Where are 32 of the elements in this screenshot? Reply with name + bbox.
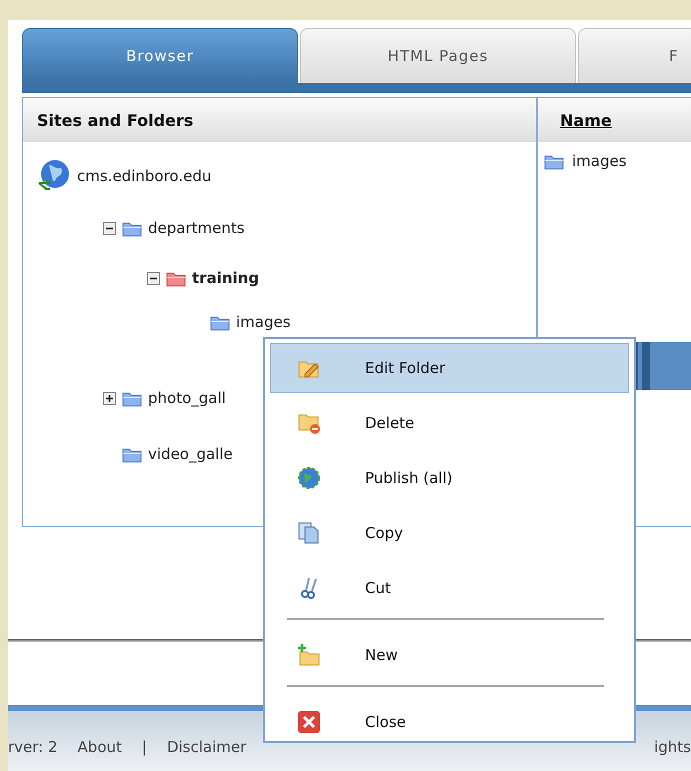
copy-icon <box>297 521 321 545</box>
menu-item[interactable]: Cut <box>270 563 629 613</box>
tab[interactable]: F <box>578 28 691 83</box>
file-item[interactable]: images <box>572 152 627 170</box>
collapse-toggle[interactable] <box>103 222 116 234</box>
globe-icon <box>37 159 71 193</box>
footer-text: Disclaimer <box>166 738 246 756</box>
tree-item[interactable]: training <box>192 269 260 287</box>
tree-item[interactable]: video_galle <box>148 445 233 463</box>
menu-item[interactable]: Close <box>270 697 629 747</box>
site-item[interactable]: cms.edinboro.edu <box>77 167 212 185</box>
tab[interactable]: HTML Pages <box>300 28 576 83</box>
menu-item[interactable]: Publish (all) <box>270 453 629 503</box>
menu-item[interactable]: Delete <box>270 398 629 448</box>
collapse-toggle[interactable] <box>147 272 160 284</box>
column-header[interactable]: Name <box>538 98 691 142</box>
tab[interactable]: Browser <box>22 28 298 83</box>
expand-toggle[interactable] <box>103 392 116 404</box>
menu-item[interactable]: New <box>270 630 629 680</box>
footer-text: About <box>78 738 122 756</box>
tree-item[interactable]: departments <box>148 219 245 237</box>
menu-item[interactable]: Copy <box>270 508 629 558</box>
footer-text: rver: 2 <box>8 738 58 756</box>
tree-item[interactable]: photo_gall <box>148 389 226 407</box>
new-folder-icon <box>297 643 321 667</box>
close-icon <box>297 710 321 734</box>
footer-text: ights <box>654 738 691 756</box>
footer-text: | <box>142 738 147 756</box>
menu-item[interactable]: Edit Folder <box>270 343 629 393</box>
globe-icon <box>297 466 321 490</box>
tree-item[interactable]: images <box>236 313 291 331</box>
pane-header: Sites and Folders <box>23 98 536 142</box>
